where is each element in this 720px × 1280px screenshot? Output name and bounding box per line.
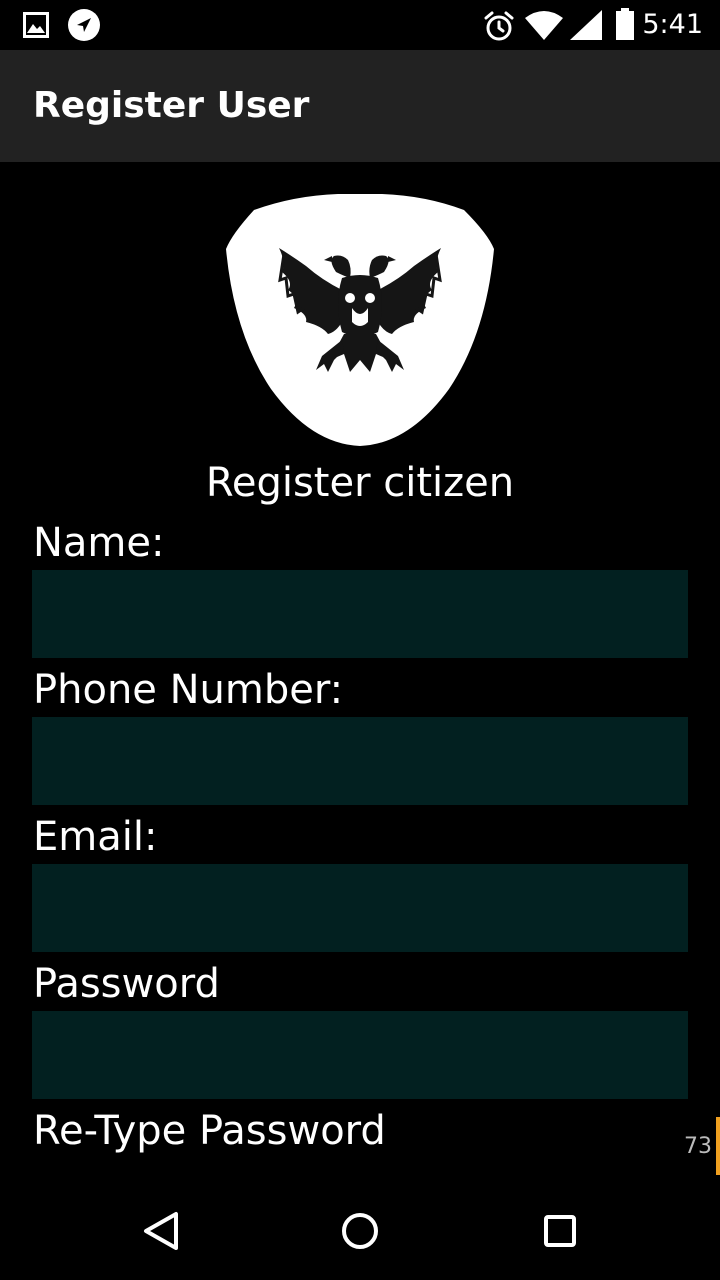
scroll-indicator[interactable] [716,1117,720,1175]
password-input[interactable] [32,1011,688,1099]
cellular-signal-icon [570,10,602,40]
phone-number-label: Phone Number: [33,667,344,713]
register-form: Register citizen Name: Phone Number: Ema… [0,162,720,1176]
navigation-notification-icon [68,9,100,41]
email-input[interactable] [32,864,688,952]
coat-of-arms-logo [226,194,494,446]
status-time: 5:41 [642,9,703,40]
retype-password-label: Re-Type Password [33,1108,386,1154]
battery-icon [616,8,634,40]
gallery-notification-icon [23,12,49,38]
scroll-counter: 73 [684,1134,712,1159]
app-bar: Register User [0,50,720,162]
form-heading: Register citizen [205,460,515,506]
password-label: Password [33,961,220,1007]
home-icon[interactable] [324,1198,396,1262]
email-label: Email: [33,814,158,860]
status-bar: 5:41 [0,0,720,50]
app-title: Register User [33,85,310,126]
screen: 5:41 Register User Register citizen Name… [0,0,720,1280]
phone-number-input[interactable] [32,717,688,805]
name-label: Name: [33,520,165,566]
wifi-icon [525,11,563,40]
alarm-icon [484,11,514,41]
name-input[interactable] [32,570,688,658]
recents-icon[interactable] [524,1198,596,1262]
navigation-bar [0,1176,720,1280]
back-icon[interactable] [124,1198,196,1262]
